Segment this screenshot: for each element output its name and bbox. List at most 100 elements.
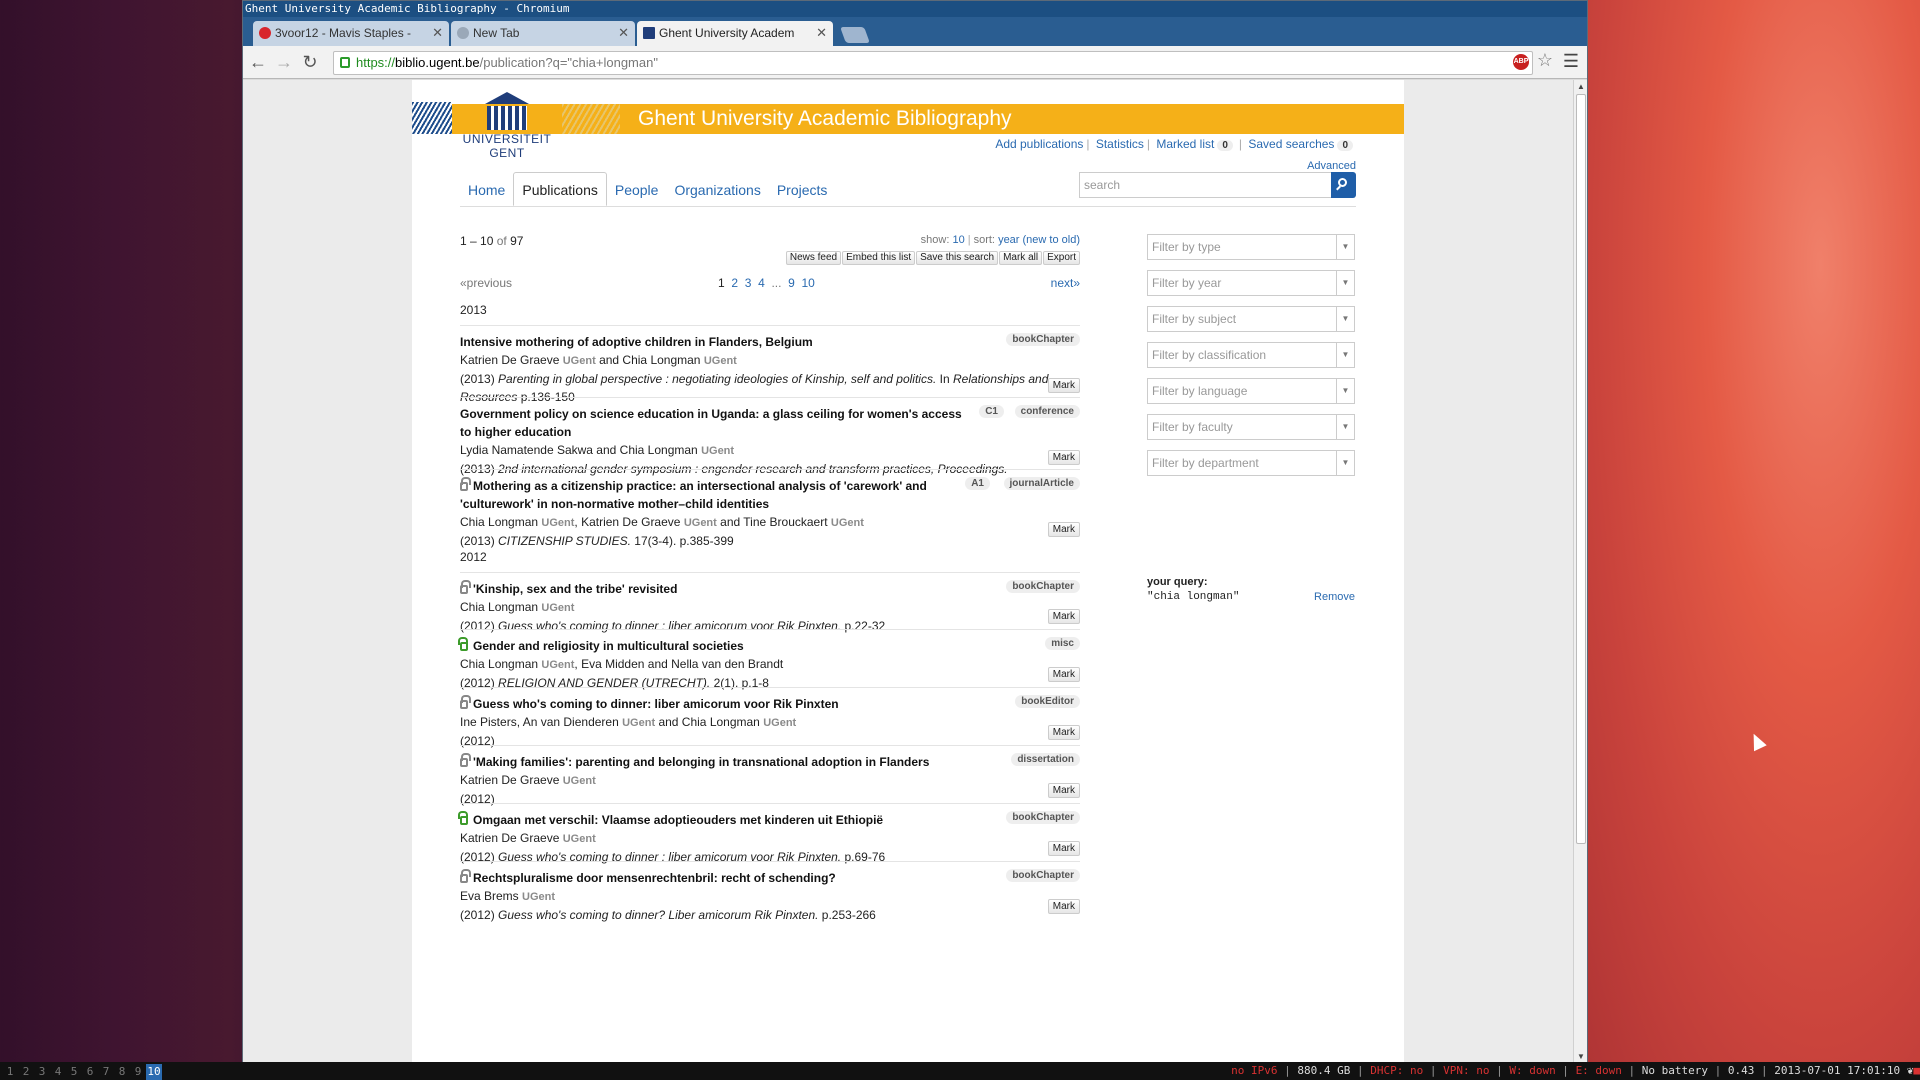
result-title[interactable]: Omgaan met verschil: Vlaamse adoptieoude… — [473, 813, 883, 827]
result-title[interactable]: Gender and religiosity in multicultural … — [473, 639, 744, 653]
mark-button[interactable]: Mark — [1047, 899, 1080, 914]
mark-button[interactable]: Mark — [1047, 609, 1080, 624]
page-1[interactable]: 1 — [718, 276, 725, 290]
site-title: Ghent University Academic Bibliography — [638, 107, 1012, 130]
result-title[interactable]: 'Kinship, sex and the tribe' revisited — [473, 582, 677, 596]
tab-publications[interactable]: Publications — [513, 172, 607, 206]
bookmark-star-icon[interactable]: ☆ — [1537, 50, 1553, 71]
tab-organizations[interactable]: Organizations — [666, 173, 768, 207]
close-icon[interactable]: ✕ — [816, 21, 827, 45]
result-item: Mothering as a citizenship practice: an … — [460, 469, 1080, 548]
pager-next[interactable]: next» — [1051, 276, 1080, 290]
advanced-search-link[interactable]: Advanced — [1307, 160, 1356, 172]
workspace-10[interactable]: 10 — [146, 1064, 162, 1080]
tab-label: Ghent University Academ — [659, 26, 795, 40]
chevron-down-icon: ▼ — [1336, 271, 1354, 295]
result-authors: Chia Longman UGent, Eva Midden and Nella… — [460, 657, 784, 671]
remove-query-link[interactable]: Remove — [1314, 591, 1355, 603]
filter-classification-select[interactable]: Filter by classification ▼ — [1147, 342, 1355, 368]
mark-button[interactable]: Mark — [1047, 783, 1080, 798]
page-3[interactable]: 3 — [745, 276, 752, 290]
workspace-8[interactable]: 8 — [114, 1064, 130, 1080]
page-4[interactable]: 4 — [758, 276, 765, 290]
embed-list-button[interactable]: Embed this list — [842, 251, 916, 265]
result-title[interactable]: Guess who's coming to dinner: liber amic… — [473, 697, 839, 711]
add-publications-link[interactable]: Add publications — [995, 137, 1083, 151]
workspace-5[interactable]: 5 — [66, 1064, 82, 1080]
tab-new-tab[interactable]: New Tab ✕ — [451, 21, 635, 46]
type-badge: bookChapter — [1006, 333, 1080, 346]
tab-ghent-university[interactable]: Ghent University Academ ✕ — [637, 21, 833, 46]
reload-icon[interactable]: ↻ — [299, 52, 321, 74]
marked-list-link[interactable]: Marked list — [1156, 137, 1214, 151]
mark-button[interactable]: Mark — [1047, 725, 1080, 740]
closed-lock-icon — [460, 869, 471, 883]
filter-year-select[interactable]: Filter by year ▼ — [1147, 270, 1355, 296]
news-feed-button[interactable]: News feed — [785, 251, 842, 265]
mark-button[interactable]: Mark — [1047, 450, 1080, 465]
close-icon[interactable]: ✕ — [618, 21, 629, 45]
workspace-3[interactable]: 3 — [34, 1064, 50, 1080]
workspace-1[interactable]: 1 — [2, 1064, 18, 1080]
filter-type-select[interactable]: Filter by type ▼ — [1147, 234, 1355, 260]
tab-projects[interactable]: Projects — [769, 173, 836, 207]
tab-people[interactable]: People — [607, 173, 667, 207]
adblock-icon[interactable]: ABP — [1513, 54, 1529, 70]
search-button[interactable] — [1331, 172, 1356, 198]
sort-link[interactable]: year (new to old) — [998, 234, 1080, 246]
result-title[interactable]: Mothering as a citizenship practice: an … — [460, 479, 927, 511]
tab-3voor12[interactable]: 3voor12 - Mavis Staples - ✕ — [253, 21, 449, 46]
filter-faculty-select[interactable]: Filter by faculty ▼ — [1147, 414, 1355, 440]
close-icon[interactable]: ✕ — [432, 21, 443, 45]
save-search-button[interactable]: Save this search — [916, 251, 999, 265]
page-2[interactable]: 2 — [731, 276, 738, 290]
workspace-2[interactable]: 2 — [18, 1064, 34, 1080]
type-badge: bookChapter — [1006, 580, 1080, 593]
menu-icon[interactable]: ☰ — [1563, 51, 1579, 72]
result-title[interactable]: 'Making families': parenting and belongi… — [473, 755, 929, 769]
chevron-down-icon: ▼ — [1336, 343, 1354, 367]
pager: 1 2 3 4 ... 9 10 — [718, 276, 815, 290]
ugent-logo[interactable]: UNIVERSITEIT GENT — [462, 92, 552, 160]
scroll-down-icon[interactable]: ▼ — [1577, 1052, 1585, 1061]
saved-count-badge: 0 — [1337, 140, 1353, 151]
statistics-link[interactable]: Statistics — [1096, 137, 1144, 151]
pager-previous[interactable]: «previous — [460, 276, 512, 290]
filter-department-select[interactable]: Filter by department ▼ — [1147, 450, 1355, 476]
mark-button[interactable]: Mark — [1047, 841, 1080, 856]
page-10[interactable]: 10 — [801, 276, 814, 290]
result-title[interactable]: Government policy on science education i… — [460, 405, 970, 441]
logo-text: UNIVERSITEIT — [462, 132, 552, 146]
export-button[interactable]: Export — [1043, 251, 1080, 265]
closed-lock-icon — [460, 477, 471, 491]
type-badge: dissertation — [1011, 753, 1080, 766]
mark-all-button[interactable]: Mark all — [999, 251, 1043, 265]
scrollbar[interactable]: ▲ ▼ — [1573, 80, 1587, 1063]
workspace-7[interactable]: 7 — [98, 1064, 114, 1080]
show-count-link[interactable]: 10 — [952, 234, 964, 246]
result-authors: Katrien De Graeve UGent — [460, 773, 596, 787]
forward-icon[interactable]: → — [273, 52, 295, 74]
workspace-4[interactable]: 4 — [50, 1064, 66, 1080]
tab-home[interactable]: Home — [460, 173, 513, 207]
workspace-6[interactable]: 6 — [82, 1064, 98, 1080]
new-tab-button[interactable] — [840, 27, 870, 43]
page-9[interactable]: 9 — [788, 276, 795, 290]
result-title[interactable]: Rechtspluralisme door mensenrechtenbril:… — [473, 871, 836, 885]
mark-button[interactable]: Mark — [1047, 378, 1080, 393]
result-title[interactable]: Intensive mothering of adoptive children… — [460, 333, 980, 351]
header-art — [562, 104, 620, 134]
tray-icon[interactable]: ■ — [1913, 1064, 1920, 1077]
back-icon[interactable]: ← — [247, 52, 269, 74]
mark-button[interactable]: Mark — [1047, 522, 1080, 537]
result-item: 'Kinship, sex and the tribe' revisited C… — [460, 572, 1080, 633]
filter-language-select[interactable]: Filter by language ▼ — [1147, 378, 1355, 404]
scroll-up-icon[interactable]: ▲ — [1577, 82, 1585, 91]
address-bar[interactable]: https://biblio.ugent.be/publication?q="c… — [333, 51, 1533, 75]
search-input[interactable]: search — [1079, 172, 1333, 198]
scroll-thumb[interactable] — [1576, 94, 1586, 844]
saved-searches-link[interactable]: Saved searches — [1248, 137, 1334, 151]
workspace-9[interactable]: 9 — [130, 1064, 146, 1080]
mark-button[interactable]: Mark — [1047, 667, 1080, 682]
filter-subject-select[interactable]: Filter by subject ▼ — [1147, 306, 1355, 332]
